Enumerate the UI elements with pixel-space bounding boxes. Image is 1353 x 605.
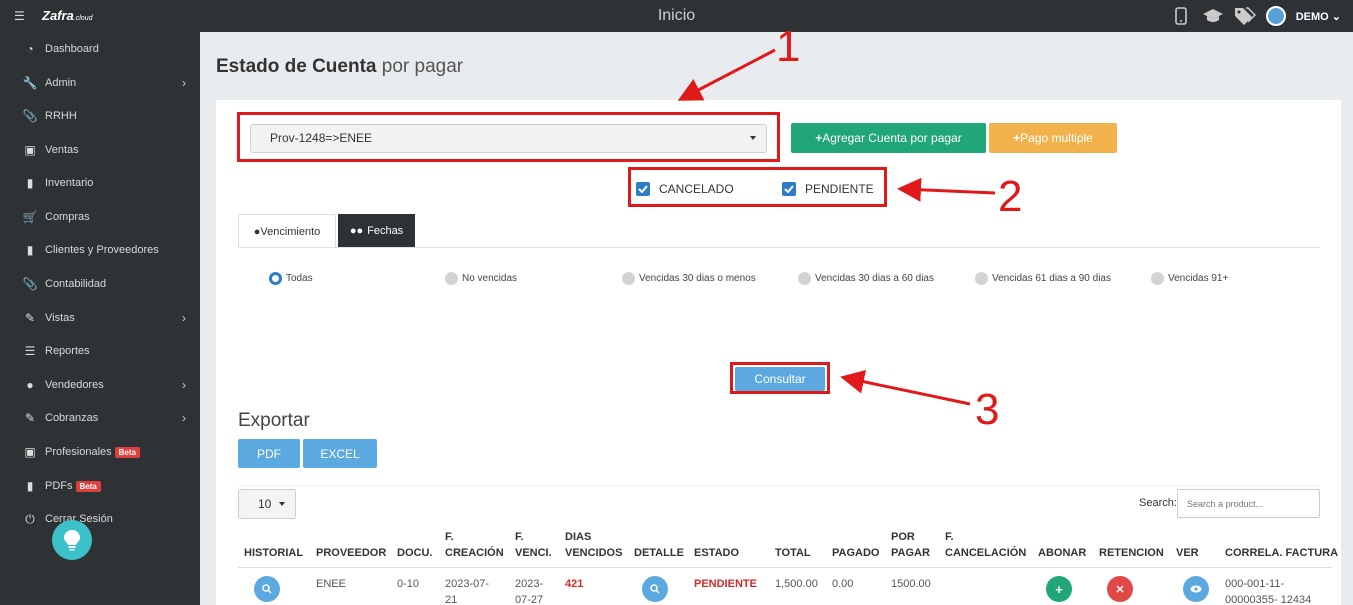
annotation-arrows <box>677 48 996 406</box>
annotation-arrow-2 <box>897 177 996 202</box>
annotation-arrow-1 <box>677 48 776 101</box>
annotation-arrow-3 <box>840 369 971 406</box>
